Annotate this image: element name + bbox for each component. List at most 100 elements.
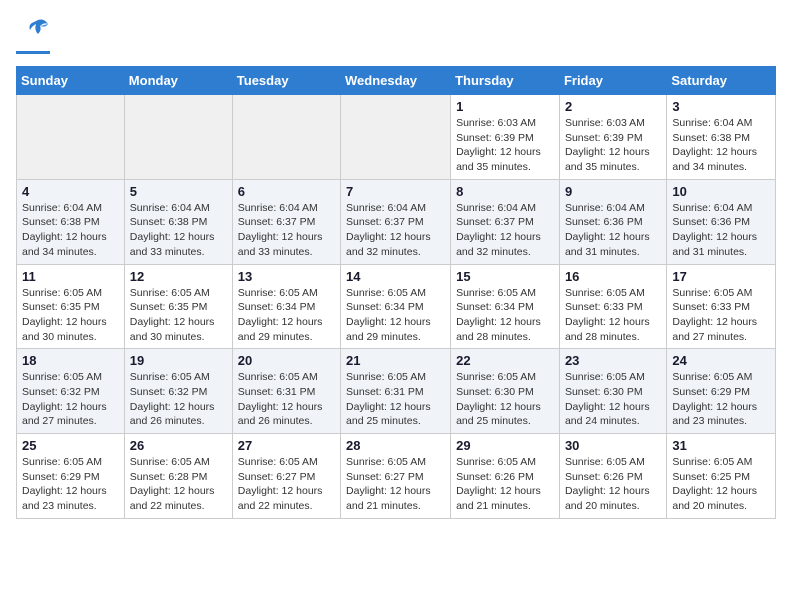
- calendar-cell: 14 Sunrise: 6:05 AM Sunset: 6:34 PM Dayli…: [341, 264, 451, 349]
- day-number: 31: [672, 438, 770, 453]
- day-number: 20: [238, 353, 335, 368]
- calendar-cell: 18 Sunrise: 6:05 AM Sunset: 6:32 PM Dayli…: [17, 349, 125, 434]
- day-number: 8: [456, 184, 554, 199]
- day-number: 19: [130, 353, 227, 368]
- day-number: 3: [672, 99, 770, 114]
- calendar-cell: 17 Sunrise: 6:05 AM Sunset: 6:33 PM Dayli…: [667, 264, 776, 349]
- day-info: Sunrise: 6:05 AM Sunset: 6:34 PM Dayligh…: [346, 286, 445, 345]
- day-number: 17: [672, 269, 770, 284]
- calendar-cell: 23 Sunrise: 6:05 AM Sunset: 6:30 PM Dayli…: [559, 349, 666, 434]
- calendar-cell: 6Sunrise: 6:04 AM Sunset: 6:37 PM Daylig…: [232, 179, 340, 264]
- day-info: Sunrise: 6:05 AM Sunset: 6:28 PM Dayligh…: [130, 455, 227, 514]
- day-info: Sunrise: 6:05 AM Sunset: 6:35 PM Dayligh…: [22, 286, 119, 345]
- day-info: Sunrise: 6:05 AM Sunset: 6:27 PM Dayligh…: [238, 455, 335, 514]
- day-number: 18: [22, 353, 119, 368]
- day-number: 7: [346, 184, 445, 199]
- calendar-cell: 7 Sunrise: 6:04 AM Sunset: 6:37 PM Daylig…: [341, 179, 451, 264]
- day-number: 30: [565, 438, 661, 453]
- day-number: 16: [565, 269, 661, 284]
- day-info: Sunrise: 6:05 AM Sunset: 6:29 PM Dayligh…: [22, 455, 119, 514]
- calendar-cell: 28 Sunrise: 6:05 AM Sunset: 6:27 PM Dayli…: [341, 434, 451, 519]
- calendar-cell: 24Sunrise: 6:05 AM Sunset: 6:29 PM Dayli…: [667, 349, 776, 434]
- calendar-header: SundayMondayTuesdayWednesdayThursdayFrid…: [17, 67, 776, 95]
- calendar-cell: 10Sunrise: 6:04 AM Sunset: 6:36 PM Dayli…: [667, 179, 776, 264]
- day-info: Sunrise: 6:05 AM Sunset: 6:34 PM Dayligh…: [456, 286, 554, 345]
- day-number: 4: [22, 184, 119, 199]
- weekday-header-saturday: Saturday: [667, 67, 776, 95]
- logo: [16, 16, 50, 54]
- calendar-cell: 1 Sunrise: 6:03 AM Sunset: 6:39 PM Daylig…: [451, 95, 560, 180]
- day-number: 22: [456, 353, 554, 368]
- day-number: 5: [130, 184, 227, 199]
- day-info: Sunrise: 6:04 AM Sunset: 6:36 PM Dayligh…: [565, 201, 661, 260]
- day-info: Sunrise: 6:04 AM Sunset: 6:37 PM Dayligh…: [456, 201, 554, 260]
- calendar-cell: 13 Sunrise: 6:05 AM Sunset: 6:34 PM Dayli…: [232, 264, 340, 349]
- day-number: 10: [672, 184, 770, 199]
- day-info: Sunrise: 6:03 AM Sunset: 6:39 PM Dayligh…: [456, 116, 554, 175]
- calendar-cell: 30Sunrise: 6:05 AM Sunset: 6:26 PM Dayli…: [559, 434, 666, 519]
- calendar-body: 1 Sunrise: 6:03 AM Sunset: 6:39 PM Daylig…: [17, 95, 776, 519]
- day-info: Sunrise: 6:04 AM Sunset: 6:38 PM Dayligh…: [22, 201, 119, 260]
- calendar-table: SundayMondayTuesdayWednesdayThursdayFrid…: [16, 66, 776, 519]
- day-info: Sunrise: 6:05 AM Sunset: 6:33 PM Dayligh…: [672, 286, 770, 345]
- calendar-week-row: 11Sunrise: 6:05 AM Sunset: 6:35 PM Dayli…: [17, 264, 776, 349]
- weekday-header-friday: Friday: [559, 67, 666, 95]
- day-number: 25: [22, 438, 119, 453]
- day-info: Sunrise: 6:04 AM Sunset: 6:38 PM Dayligh…: [130, 201, 227, 260]
- day-number: 21: [346, 353, 445, 368]
- calendar-cell: 9 Sunrise: 6:04 AM Sunset: 6:36 PM Daylig…: [559, 179, 666, 264]
- weekday-header-sunday: Sunday: [17, 67, 125, 95]
- calendar-cell: [232, 95, 340, 180]
- logo-bird-icon: [20, 16, 50, 49]
- day-number: 15: [456, 269, 554, 284]
- day-number: 23: [565, 353, 661, 368]
- weekday-header-thursday: Thursday: [451, 67, 560, 95]
- calendar-cell: 15 Sunrise: 6:05 AM Sunset: 6:34 PM Dayli…: [451, 264, 560, 349]
- day-number: 12: [130, 269, 227, 284]
- calendar-cell: 11Sunrise: 6:05 AM Sunset: 6:35 PM Dayli…: [17, 264, 125, 349]
- day-number: 9: [565, 184, 661, 199]
- day-info: Sunrise: 6:04 AM Sunset: 6:37 PM Dayligh…: [346, 201, 445, 260]
- calendar-cell: 26 Sunrise: 6:05 AM Sunset: 6:28 PM Dayli…: [124, 434, 232, 519]
- day-info: Sunrise: 6:05 AM Sunset: 6:32 PM Dayligh…: [22, 370, 119, 429]
- day-number: 6: [238, 184, 335, 199]
- calendar-cell: 4 Sunrise: 6:04 AM Sunset: 6:38 PM Daylig…: [17, 179, 125, 264]
- day-info: Sunrise: 6:05 AM Sunset: 6:25 PM Dayligh…: [672, 455, 770, 514]
- day-number: 1: [456, 99, 554, 114]
- day-info: Sunrise: 6:05 AM Sunset: 6:31 PM Dayligh…: [238, 370, 335, 429]
- day-info: Sunrise: 6:05 AM Sunset: 6:26 PM Dayligh…: [456, 455, 554, 514]
- day-number: 14: [346, 269, 445, 284]
- calendar-cell: 12 Sunrise: 6:05 AM Sunset: 6:35 PM Dayli…: [124, 264, 232, 349]
- calendar-week-row: 18 Sunrise: 6:05 AM Sunset: 6:32 PM Dayli…: [17, 349, 776, 434]
- calendar-cell: 20 Sunrise: 6:05 AM Sunset: 6:31 PM Dayli…: [232, 349, 340, 434]
- weekday-header-tuesday: Tuesday: [232, 67, 340, 95]
- calendar-cell: 29Sunrise: 6:05 AM Sunset: 6:26 PM Dayli…: [451, 434, 560, 519]
- day-info: Sunrise: 6:03 AM Sunset: 6:39 PM Dayligh…: [565, 116, 661, 175]
- weekday-header-row: SundayMondayTuesdayWednesdayThursdayFrid…: [17, 67, 776, 95]
- calendar-cell: 27Sunrise: 6:05 AM Sunset: 6:27 PM Dayli…: [232, 434, 340, 519]
- calendar-cell: 16 Sunrise: 6:05 AM Sunset: 6:33 PM Dayli…: [559, 264, 666, 349]
- weekday-header-wednesday: Wednesday: [341, 67, 451, 95]
- calendar-cell: 31 Sunrise: 6:05 AM Sunset: 6:25 PM Dayli…: [667, 434, 776, 519]
- weekday-header-monday: Monday: [124, 67, 232, 95]
- calendar-cell: 5 Sunrise: 6:04 AM Sunset: 6:38 PM Daylig…: [124, 179, 232, 264]
- day-number: 13: [238, 269, 335, 284]
- day-info: Sunrise: 6:05 AM Sunset: 6:35 PM Dayligh…: [130, 286, 227, 345]
- day-info: Sunrise: 6:05 AM Sunset: 6:27 PM Dayligh…: [346, 455, 445, 514]
- day-info: Sunrise: 6:05 AM Sunset: 6:29 PM Dayligh…: [672, 370, 770, 429]
- calendar-week-row: 4 Sunrise: 6:04 AM Sunset: 6:38 PM Daylig…: [17, 179, 776, 264]
- calendar-week-row: 25 Sunrise: 6:05 AM Sunset: 6:29 PM Dayli…: [17, 434, 776, 519]
- day-number: 26: [130, 438, 227, 453]
- day-number: 2: [565, 99, 661, 114]
- day-info: Sunrise: 6:05 AM Sunset: 6:31 PM Dayligh…: [346, 370, 445, 429]
- day-number: 28: [346, 438, 445, 453]
- day-info: Sunrise: 6:05 AM Sunset: 6:34 PM Dayligh…: [238, 286, 335, 345]
- day-info: Sunrise: 6:05 AM Sunset: 6:30 PM Dayligh…: [565, 370, 661, 429]
- calendar-cell: 25 Sunrise: 6:05 AM Sunset: 6:29 PM Dayli…: [17, 434, 125, 519]
- logo-divider: [16, 51, 50, 54]
- day-info: Sunrise: 6:04 AM Sunset: 6:38 PM Dayligh…: [672, 116, 770, 175]
- day-info: Sunrise: 6:05 AM Sunset: 6:33 PM Dayligh…: [565, 286, 661, 345]
- calendar-cell: 21 Sunrise: 6:05 AM Sunset: 6:31 PM Dayli…: [341, 349, 451, 434]
- day-info: Sunrise: 6:05 AM Sunset: 6:32 PM Dayligh…: [130, 370, 227, 429]
- calendar-cell: 22Sunrise: 6:05 AM Sunset: 6:30 PM Dayli…: [451, 349, 560, 434]
